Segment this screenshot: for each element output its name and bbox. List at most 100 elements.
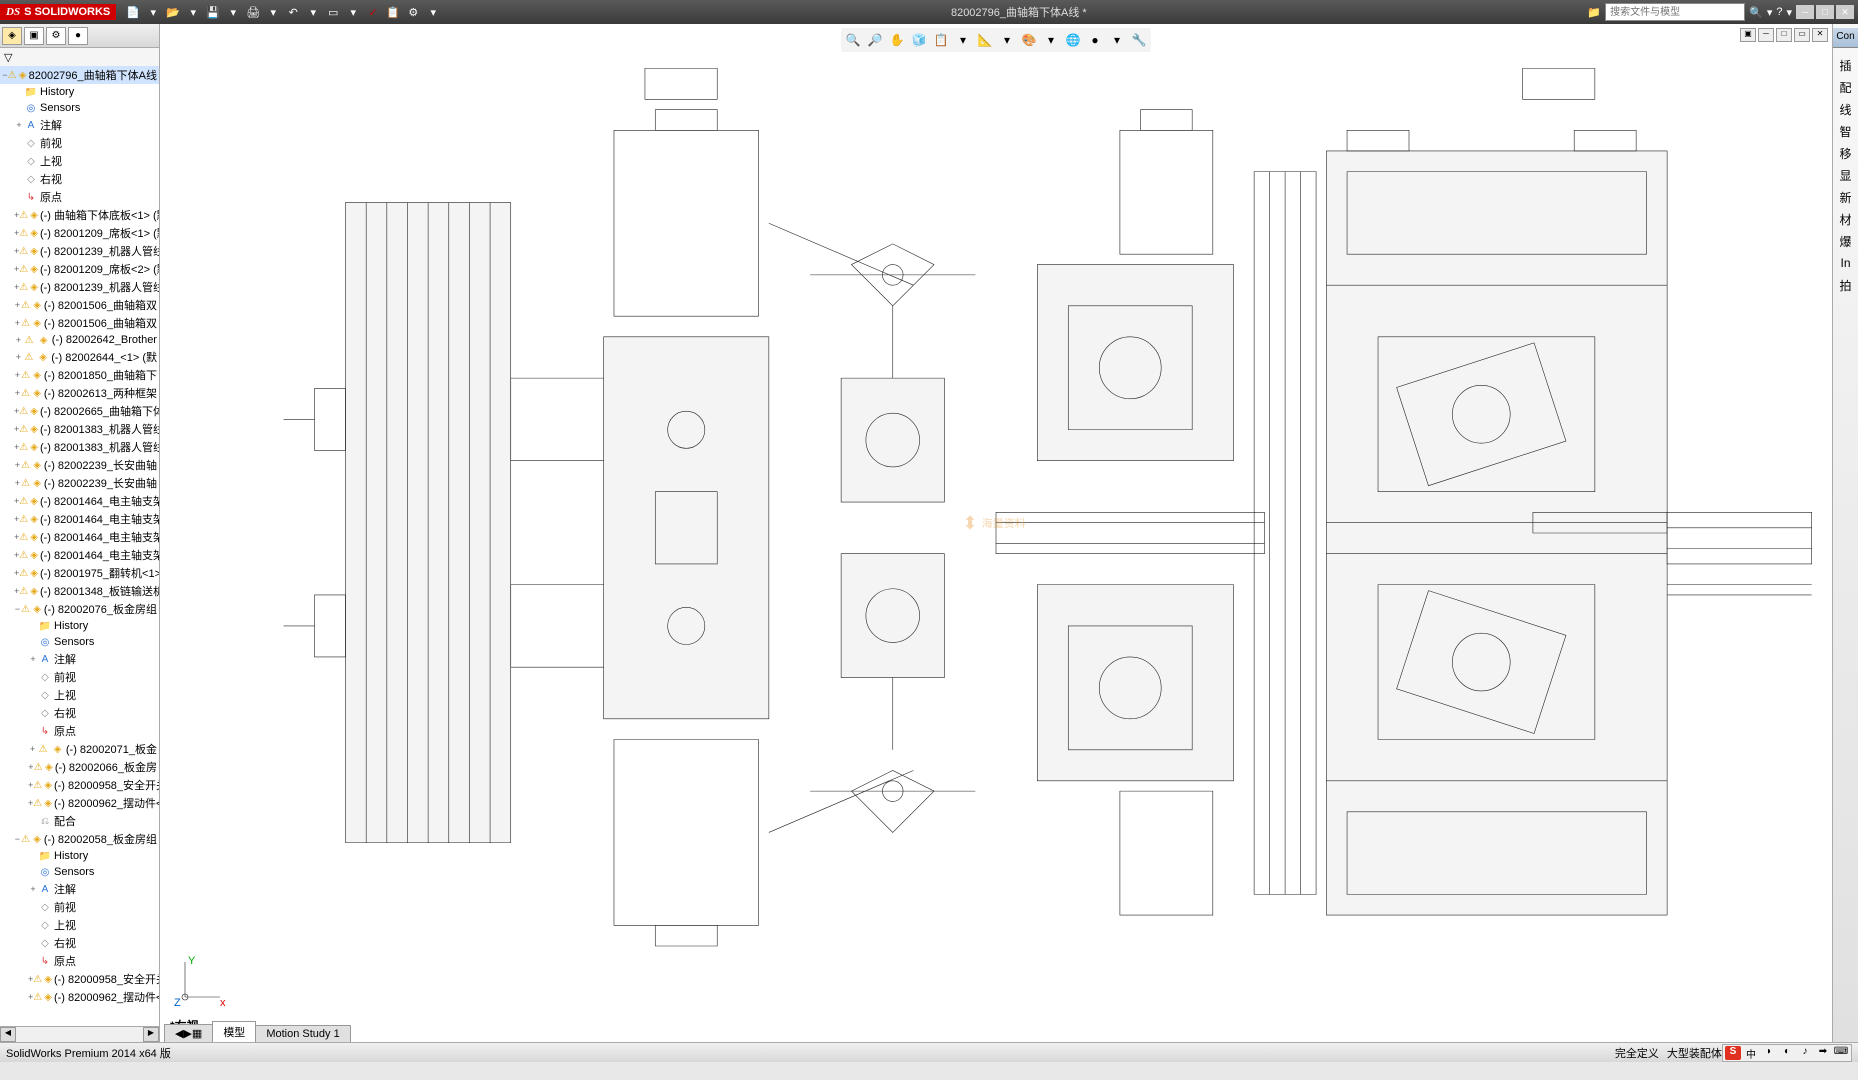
expand-icon[interactable]: + <box>14 370 21 380</box>
tree-item[interactable]: 📁History <box>0 848 159 864</box>
tree-item[interactable]: +⚠◈(-) 82002239_长安曲轴 <box>0 456 159 474</box>
tree-item[interactable]: +⚠◈(-) 82001975_翻转机<1> <box>0 564 159 582</box>
graphics-viewport[interactable]: 🔍🔎✋🧊📋▾📐▾🎨▾🌐●▾🔧 ▣─□▭✕ <box>160 24 1832 1042</box>
expand-icon[interactable]: + <box>14 300 21 310</box>
dropdown-icon[interactable]: ▾ <box>224 3 242 21</box>
tree-item[interactable]: +⚠◈(-) 82002665_曲轴箱下体 <box>0 402 159 420</box>
ime-icon[interactable]: ⌨ <box>1833 1046 1849 1060</box>
scroll-left-icon[interactable]: ◀ <box>0 1027 16 1042</box>
search-input[interactable] <box>1605 3 1745 21</box>
expand-icon[interactable]: + <box>28 654 38 664</box>
expand-icon[interactable]: + <box>28 884 38 894</box>
expand-icon[interactable]: + <box>14 335 23 345</box>
tree-item[interactable]: 📁History <box>0 618 159 634</box>
ime-icon[interactable]: 中 <box>1743 1046 1759 1060</box>
tree-item[interactable]: ◇前视 <box>0 668 159 686</box>
rebuild-icon[interactable]: ✓ <box>364 3 382 21</box>
print-icon[interactable]: 🖨 <box>244 3 262 21</box>
expand-icon[interactable]: + <box>14 460 21 470</box>
tree-item[interactable]: +⚠◈(-) 82001464_电主轴支架 <box>0 492 159 510</box>
tree-item[interactable]: +⚠◈(-) 82001239_机器人管线< <box>0 278 159 296</box>
tree-item[interactable]: +⚠◈(-) 曲轴箱下体底板<1> (默 <box>0 206 159 224</box>
ime-icon[interactable]: S <box>1725 1046 1741 1060</box>
tab-model[interactable]: 模型 <box>212 1021 256 1042</box>
dropdown-icon[interactable]: ▾ <box>264 3 282 21</box>
expand-icon[interactable]: − <box>14 604 21 614</box>
search-folder-icon[interactable]: 📁 <box>1587 6 1601 19</box>
tree-item[interactable]: ◎Sensors <box>0 634 159 650</box>
view-tool-icon[interactable]: ▾ <box>997 30 1017 50</box>
tree-item[interactable]: +⚠◈(-) 82002071_板金 <box>0 740 159 758</box>
tree-item[interactable]: ◇上视 <box>0 152 159 170</box>
tree-item[interactable]: +⚠◈(-) 82000958_安全开关 <box>0 776 159 794</box>
tree-item[interactable]: ◇上视 <box>0 686 159 704</box>
tree-item[interactable]: 📁History <box>0 84 159 100</box>
command-button[interactable]: 智 <box>1835 120 1857 142</box>
settings-icon[interactable]: ⚙ <box>404 3 422 21</box>
tree-item[interactable]: +⚠◈(-) 82002613_两种框架 <box>0 384 159 402</box>
dropdown-icon[interactable]: ▾ <box>184 3 202 21</box>
tree-item[interactable]: +⚠◈(-) 82000962_摆动件< <box>0 794 159 812</box>
view-tool-icon[interactable]: ▾ <box>1041 30 1061 50</box>
tree-item[interactable]: +⚠◈(-) 82001383_机器人管线 <box>0 420 159 438</box>
command-button[interactable]: In <box>1835 252 1857 274</box>
tree-item[interactable]: +⚠◈(-) 82001348_板链输送机 <box>0 582 159 600</box>
tree-item[interactable]: −⚠◈82002796_曲轴箱下体A线 <box>0 66 159 84</box>
tree-item[interactable]: +⚠◈(-) 82002642_Brother <box>0 332 159 348</box>
command-button[interactable]: 爆 <box>1835 230 1857 252</box>
view-tool-icon[interactable]: 🔧 <box>1129 30 1149 50</box>
tree-item[interactable]: +⚠◈(-) 82001209_席板<2> (默 <box>0 260 159 278</box>
tree-item[interactable]: ↳原点 <box>0 188 159 206</box>
command-button[interactable]: 拍 <box>1835 274 1857 296</box>
expand-icon[interactable]: + <box>14 352 23 362</box>
tree-item[interactable]: ◎Sensors <box>0 864 159 880</box>
tree-item[interactable]: −⚠◈(-) 82002076_板金房组 <box>0 600 159 618</box>
ime-icon[interactable]: ♪ <box>1797 1046 1813 1060</box>
tree-item[interactable]: ◇右视 <box>0 170 159 188</box>
tree-item[interactable]: +A注解 <box>0 880 159 898</box>
open-icon[interactable]: 📂 <box>164 3 182 21</box>
command-button[interactable]: 移 <box>1835 142 1857 164</box>
tree-item[interactable]: ◇前视 <box>0 898 159 916</box>
tree-scrollbar[interactable]: ◀ ▶ <box>0 1026 159 1042</box>
viewport-ctrl-icon[interactable]: ▣ <box>1740 28 1756 42</box>
view-tool-icon[interactable]: ▾ <box>953 30 973 50</box>
view-tool-icon[interactable]: ✋ <box>887 30 907 50</box>
tree-item[interactable]: ↳原点 <box>0 722 159 740</box>
dropdown-icon[interactable]: ▾ <box>1767 6 1773 19</box>
tree-item[interactable]: ◎Sensors <box>0 100 159 116</box>
tree-item[interactable]: +⚠◈(-) 82002066_板金房 <box>0 758 159 776</box>
view-tool-icon[interactable]: 🔎 <box>865 30 885 50</box>
view-tool-icon[interactable]: 🎨 <box>1019 30 1039 50</box>
view-tool-icon[interactable]: 📐 <box>975 30 995 50</box>
tree-item[interactable]: +⚠◈(-) 82001850_曲轴箱下 <box>0 366 159 384</box>
tree-item[interactable]: ◇前视 <box>0 134 159 152</box>
maximize-button[interactable]: □ <box>1816 5 1834 19</box>
select-icon[interactable]: ▭ <box>324 3 342 21</box>
close-button[interactable]: ✕ <box>1836 5 1854 19</box>
tree-item[interactable]: +⚠◈(-) 82002644_<1> (默 <box>0 348 159 366</box>
tree-item[interactable]: +⚠◈(-) 82001239_机器人管线< <box>0 242 159 260</box>
tree-item[interactable]: +A注解 <box>0 650 159 668</box>
tree-item[interactable]: +⚠◈(-) 82001464_电主轴支架 <box>0 528 159 546</box>
expand-icon[interactable]: + <box>14 478 21 488</box>
dropdown-icon[interactable]: ▾ <box>344 3 362 21</box>
new-icon[interactable]: 📄 <box>124 3 142 21</box>
command-button[interactable]: 配 <box>1835 76 1857 98</box>
view-tool-icon[interactable]: ● <box>1085 30 1105 50</box>
display-tab-icon[interactable]: ● <box>68 27 88 45</box>
save-icon[interactable]: 💾 <box>204 3 222 21</box>
ime-bar[interactable]: S中◗◐♪➡⌨ <box>1722 1044 1852 1062</box>
tree-item[interactable]: ◇右视 <box>0 704 159 722</box>
view-tool-icon[interactable]: 📋 <box>931 30 951 50</box>
tree-item[interactable]: ◇右视 <box>0 934 159 952</box>
tree-item[interactable]: +⚠◈(-) 82000962_摆动件< <box>0 988 159 1006</box>
search-icon[interactable]: 🔍 <box>1749 6 1763 19</box>
options-icon[interactable]: 📋 <box>384 3 402 21</box>
tab-motion-study[interactable]: Motion Study 1 <box>255 1025 350 1042</box>
expand-icon[interactable]: + <box>14 388 21 398</box>
tree-item[interactable]: ⎌配合 <box>0 812 159 830</box>
tree-item[interactable]: +⚠◈(-) 82001464_电主轴支架 <box>0 510 159 528</box>
tree-item[interactable]: +⚠◈(-) 82001464_电主轴支架 <box>0 546 159 564</box>
dropdown-icon[interactable]: ▾ <box>1786 6 1792 19</box>
